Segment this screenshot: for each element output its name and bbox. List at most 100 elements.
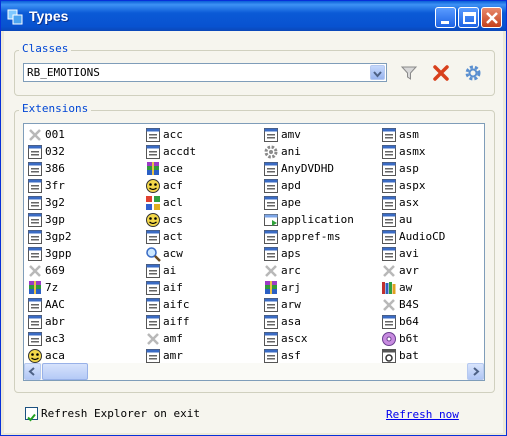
app-icon [7,9,23,25]
delete-x-icon[interactable] [432,64,450,82]
list-item[interactable]: 386 [26,160,144,177]
close-button[interactable] [481,7,502,28]
list-item[interactable]: aca [26,347,144,364]
list-item[interactable]: acc [144,126,262,143]
disc-icon [382,332,396,346]
list-item[interactable]: AnyDVDHD [262,160,380,177]
list-item-label: 3gp [45,213,65,226]
list-item[interactable]: accdt [144,143,262,160]
list-item[interactable]: 7z [26,279,144,296]
list-item[interactable]: abr [26,313,144,330]
list-item[interactable]: application [262,211,380,228]
maximize-button[interactable] [458,7,479,28]
list-item[interactable]: acl [144,194,262,211]
list-item-label: AAC [45,298,65,311]
list-item[interactable]: amr [144,347,262,364]
extensions-label: Extensions [19,102,92,116]
list-item[interactable]: ace [144,160,262,177]
list-item[interactable]: 669 [26,262,144,279]
gear-icon[interactable] [464,64,482,82]
list-item-label: aspx [399,179,426,192]
minimize-button[interactable] [435,7,456,28]
extensions-list[interactable]: 001 032 386 3fr 3g2 3gp 3gp2 3gpp 669 7z AAC abr ac3… [23,123,485,381]
refresh-now-link[interactable]: Refresh now [386,408,459,421]
list-item[interactable]: avr [380,262,484,279]
list-item[interactable]: bat [380,347,484,364]
list-item[interactable]: acs [144,211,262,228]
list-item-label: aiff [163,315,190,328]
list-item[interactable]: au [380,211,484,228]
archive-icon [147,162,159,175]
list-item[interactable]: ape [262,194,380,211]
refresh-explorer-checkbox[interactable] [25,407,38,422]
minimize-icon [441,21,449,24]
list-item[interactable]: aiff [144,313,262,330]
list-item-label: ani [281,145,301,158]
scroll-left-button[interactable] [24,363,41,380]
list-item[interactable]: 3gp2 [26,228,144,245]
list-item-label: asm [399,128,419,141]
scroll-thumb[interactable] [42,363,88,380]
list-item[interactable]: ascx [262,330,380,347]
list-item[interactable]: b64 [380,313,484,330]
list-item[interactable]: amf [144,330,262,347]
list-item[interactable]: arc [262,262,380,279]
horizontal-scrollbar[interactable] [24,363,484,380]
list-item[interactable]: asmx [380,143,484,160]
list-item[interactable]: aps [262,245,380,262]
list-item[interactable]: arw [262,296,380,313]
arrow-left-icon [28,367,35,376]
list-item[interactable]: 001 [26,126,144,143]
list-item-label: bat [399,349,419,362]
list-item-label: ac3 [45,332,65,345]
list-item[interactable]: ai [144,262,262,279]
list-item[interactable]: asa [262,313,380,330]
scroll-right-button[interactable] [467,363,484,380]
list-item[interactable]: 3g2 [26,194,144,211]
list-item[interactable]: ac3 [26,330,144,347]
list-item[interactable]: arj [262,279,380,296]
list-item[interactable]: 3gp [26,211,144,228]
list-item-label: 386 [45,162,65,175]
list-item[interactable]: AudioCD [380,228,484,245]
list-item[interactable]: b6t [380,330,484,347]
face-icon [28,349,42,363]
list-item[interactable]: acw [144,245,262,262]
list-item[interactable]: acf [144,177,262,194]
file-icon [382,230,396,244]
list-item-label: aw [399,281,413,294]
list-item[interactable]: asf [262,347,380,364]
classes-combobox[interactable]: RB_EMOTIONS [23,63,387,82]
list-item[interactable]: ani [262,143,380,160]
list-item[interactable]: apd [262,177,380,194]
file-icon [264,128,278,142]
list-item-label: AudioCD [399,230,446,243]
list-item[interactable]: act [144,228,262,245]
title-bar[interactable]: Types [1,1,506,31]
list-item-label: accdt [163,145,197,158]
list-item[interactable]: B4S [380,296,484,313]
list-item[interactable]: aw [380,279,484,296]
list-item[interactable]: aspx [380,177,484,194]
list-item[interactable]: AAC [26,296,144,313]
list-item[interactable]: aif [144,279,262,296]
x-icon [383,265,395,277]
list-item[interactable]: aifc [144,296,262,313]
list-item[interactable]: 032 [26,143,144,160]
list-item-label: appref-ms [281,230,341,243]
list-item[interactable]: avi [380,245,484,262]
list-item[interactable]: appref-ms [262,228,380,245]
list-item-label: ape [281,196,301,209]
types-window: Types Classes RB_EMOTIONS Extensions 001… [0,0,507,436]
list-item[interactable]: asx [380,194,484,211]
list-item[interactable]: asp [380,160,484,177]
batch-icon [382,349,396,363]
list-item-label: 669 [45,264,65,277]
list-item[interactable]: asm [380,126,484,143]
list-item[interactable]: 3fr [26,177,144,194]
filter-icon[interactable] [400,64,418,82]
list-item[interactable]: 3gpp [26,245,144,262]
combo-dropdown-button[interactable] [370,65,385,80]
list-item[interactable]: amv [262,126,380,143]
x-icon [383,299,395,311]
